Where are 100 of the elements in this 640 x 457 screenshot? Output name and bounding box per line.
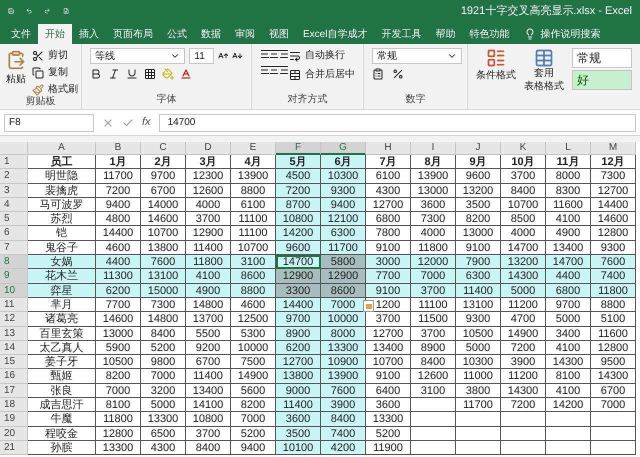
table-cell: 员工	[28, 155, 96, 170]
cell-style-swatch[interactable]: 常规	[572, 48, 632, 68]
column-header[interactable]: G	[321, 142, 366, 155]
tell-me-search[interactable]: 操作说明搜索	[516, 24, 608, 44]
table-cell: 3900	[321, 398, 366, 412]
row-header[interactable]: 19	[0, 412, 28, 427]
table-cell: 5000	[456, 340, 501, 356]
table-cell: 3800	[456, 384, 501, 398]
ribbon-tab[interactable]: Excel自学成才	[296, 24, 374, 44]
font-size-field[interactable]: 11	[189, 48, 214, 64]
ribbon-tab[interactable]: 视图	[262, 24, 296, 44]
row-header[interactable]: 8	[0, 255, 28, 270]
italic-icon[interactable]	[108, 68, 120, 80]
table-cell: 3600	[276, 412, 321, 427]
table-cell: 13300	[321, 340, 366, 356]
table-cell: 11月	[546, 155, 591, 170]
table-cell: 3400	[546, 326, 591, 341]
quick-analysis-icon[interactable]	[363, 300, 374, 312]
ribbon-tab[interactable]: 文件	[4, 24, 38, 44]
insert-function-label[interactable]: fx	[142, 114, 151, 131]
table-cell: 5200	[366, 426, 411, 441]
column-header[interactable]: K	[501, 142, 546, 155]
row-header[interactable]: 4	[0, 198, 28, 212]
align-center-icon[interactable]	[268, 64, 280, 76]
ribbon-tab[interactable]: 开始	[38, 24, 72, 44]
ribbon-tab[interactable]: 特色功能	[462, 24, 516, 44]
table-cell: 3600	[366, 398, 411, 412]
column-header[interactable]: J	[456, 142, 501, 155]
row-header[interactable]: 13	[0, 326, 28, 341]
font-name-field[interactable]: 等线	[90, 48, 186, 64]
row-header[interactable]: 1	[0, 155, 28, 170]
ribbon-tab[interactable]: 开发工具	[374, 24, 428, 44]
row-header[interactable]: 7	[0, 240, 28, 256]
enter-icon[interactable]	[122, 116, 134, 128]
row-header[interactable]: 15	[0, 355, 28, 370]
table-cell: 14600	[591, 212, 636, 226]
ribbon-tab[interactable]: 插入	[72, 24, 106, 44]
table-cell: 3200	[141, 384, 186, 398]
name-box[interactable]: F8	[4, 114, 94, 132]
format-painter-button[interactable]: 格式刷	[32, 82, 78, 97]
table-cell: 9100	[456, 240, 501, 256]
wrap-text-button[interactable]: 自动换行	[289, 48, 355, 63]
font-color-icon[interactable]	[180, 68, 192, 80]
row-header[interactable]: 11	[0, 298, 28, 312]
ribbon-tab[interactable]: 公式	[160, 24, 194, 44]
row-header[interactable]: 17	[0, 384, 28, 398]
row-header[interactable]: 9	[0, 269, 28, 284]
fill-color-icon[interactable]	[162, 68, 174, 80]
column-header[interactable]: C	[141, 142, 186, 155]
row-header[interactable]: 14	[0, 340, 28, 356]
column-header[interactable]: I	[411, 142, 456, 155]
conditional-format-button[interactable]: 条件格式	[476, 48, 516, 83]
table-icon	[534, 48, 554, 68]
align-top-icon[interactable]	[260, 48, 272, 60]
table-cell: 11100	[231, 212, 276, 226]
row-header[interactable]: 6	[0, 226, 28, 241]
cell-style-swatch[interactable]: 好	[572, 70, 632, 90]
row-header[interactable]: 18	[0, 398, 28, 412]
column-header[interactable]: F	[276, 142, 321, 155]
number-format-field[interactable]: 常规	[372, 48, 462, 64]
underline-icon[interactable]	[126, 68, 138, 80]
align-right-icon[interactable]	[276, 64, 289, 76]
cut-button[interactable]: 剪切	[32, 48, 78, 63]
ribbon-tab[interactable]: 审阅	[228, 24, 262, 44]
align-bottom-icon[interactable]	[276, 48, 289, 60]
column-header[interactable]: E	[231, 142, 276, 155]
table-cell	[456, 412, 501, 427]
row-header[interactable]: 16	[0, 369, 28, 384]
column-header[interactable]: L	[546, 142, 591, 155]
ribbon-tab[interactable]: 数据	[194, 24, 228, 44]
row-header[interactable]: 12	[0, 312, 28, 327]
row-header[interactable]: 5	[0, 212, 28, 226]
row-header[interactable]: 2	[0, 169, 28, 184]
borders-icon[interactable]	[144, 68, 156, 80]
table-cell: 12300	[186, 169, 231, 184]
ribbon-tab[interactable]: 帮助	[428, 24, 462, 44]
column-header[interactable]: A	[28, 142, 96, 155]
copy-button[interactable]: 复制	[32, 65, 78, 80]
table-cell: 6月	[321, 155, 366, 170]
cancel-icon[interactable]	[102, 116, 114, 128]
column-header[interactable]: M	[591, 142, 636, 155]
format-as-table-button[interactable]: 套用 表格格式	[524, 48, 564, 93]
column-header[interactable]: D	[186, 142, 231, 155]
table-cell: 7700	[96, 298, 141, 312]
merge-center-button[interactable]: 合并后居中	[289, 67, 355, 82]
row-header[interactable]: 20	[0, 426, 28, 441]
row-header[interactable]: 10	[0, 284, 28, 298]
formula-input[interactable]: 14700	[158, 114, 636, 132]
percent-icon[interactable]	[392, 68, 404, 80]
align-left-icon[interactable]	[260, 64, 272, 76]
align-middle-icon[interactable]	[268, 48, 280, 60]
column-header[interactable]: H	[366, 142, 411, 155]
bold-icon[interactable]	[90, 68, 102, 80]
paste-button[interactable]: 粘贴	[4, 48, 28, 97]
ribbon-tab[interactable]: 页面布局	[106, 24, 160, 44]
accounting-format-icon[interactable]	[372, 68, 384, 80]
column-header[interactable]: B	[96, 142, 141, 155]
table-cell: 3月	[186, 155, 231, 170]
row-header[interactable]: 3	[0, 184, 28, 198]
row-header[interactable]: 21	[0, 440, 28, 456]
